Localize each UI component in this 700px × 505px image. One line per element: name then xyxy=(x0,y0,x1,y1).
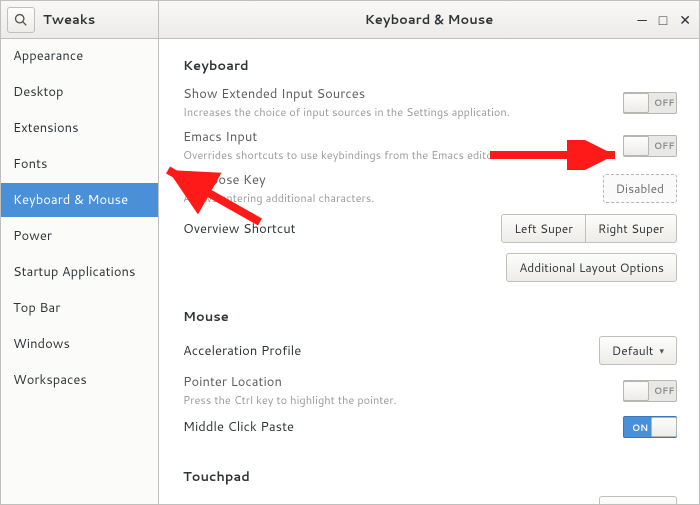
option-sub: Overrides shortcuts to use keybindings f… xyxy=(183,147,623,163)
row-additional-layout-options: Additional Layout Options xyxy=(183,253,677,282)
minimize-button[interactable]: — xyxy=(637,13,646,27)
chevron-down-icon: ▾ xyxy=(659,344,664,357)
row-compose-key: Compose Key Allows entering additional c… xyxy=(183,167,677,210)
sidebar-item-label: Startup Applications xyxy=(13,263,135,281)
switch-emacs-input[interactable]: OFF xyxy=(623,135,677,157)
additional-layout-options-button[interactable]: Additional Layout Options xyxy=(506,253,677,282)
sidebar: Appearance Desktop Extensions Fonts Keyb… xyxy=(1,39,159,504)
acceleration-profile-dropdown[interactable]: Default ▾ xyxy=(599,336,677,365)
row-middle-click-paste: Middle Click Paste ON xyxy=(183,412,677,442)
sidebar-item-label: Appearance xyxy=(13,47,83,65)
section-title-touchpad: Touchpad xyxy=(183,468,677,486)
switch-show-extended-input-sources[interactable]: OFF xyxy=(623,92,677,114)
click-method-dropdown[interactable]: Default ▾ xyxy=(599,496,677,504)
option-label: Show Extended Input Sources xyxy=(183,85,623,103)
content: Keyboard Show Extended Input Sources Inc… xyxy=(159,39,699,504)
sidebar-item-windows[interactable]: Windows xyxy=(1,327,158,361)
row-click-method: Click Method Default ▾ xyxy=(183,492,677,504)
section-keyboard: Keyboard Show Extended Input Sources Inc… xyxy=(183,57,677,282)
button-label: Left Super xyxy=(514,220,573,237)
switch-knob xyxy=(623,381,649,401)
button-label: Default xyxy=(612,342,654,359)
window-controls: — □ ✕ xyxy=(637,1,691,38)
button-label: Right Super xyxy=(598,220,664,237)
switch-knob xyxy=(651,417,677,437)
row-pointer-location: Pointer Location Press the Ctrl key to h… xyxy=(183,369,677,412)
button-label: Default xyxy=(612,502,654,504)
titlebar-left: Tweaks xyxy=(1,1,159,38)
section-mouse: Mouse Acceleration Profile Default ▾ P xyxy=(183,308,677,442)
switch-label: OFF xyxy=(654,96,675,109)
sidebar-item-top-bar[interactable]: Top Bar xyxy=(1,291,158,325)
switch-pointer-location[interactable]: OFF xyxy=(623,380,677,402)
overview-left-super-button[interactable]: Left Super xyxy=(501,214,586,243)
option-label: Click Method xyxy=(183,502,599,505)
overview-right-super-button[interactable]: Right Super xyxy=(585,214,677,243)
button-label: Disabled xyxy=(616,180,664,197)
option-label: Middle Click Paste xyxy=(183,418,623,436)
switch-label: OFF xyxy=(654,139,675,152)
button-label: Additional Layout Options xyxy=(519,259,664,276)
titlebar: Tweaks Keyboard & Mouse — □ ✕ xyxy=(1,1,699,39)
window: Tweaks Keyboard & Mouse — □ ✕ Appearance… xyxy=(0,0,700,505)
sidebar-item-desktop[interactable]: Desktop xyxy=(1,75,158,109)
switch-knob xyxy=(623,136,649,156)
row-acceleration-profile: Acceleration Profile Default ▾ xyxy=(183,332,677,369)
sidebar-item-fonts[interactable]: Fonts xyxy=(1,147,158,181)
sidebar-item-label: Desktop xyxy=(13,83,64,101)
option-label: Compose Key xyxy=(183,171,603,189)
switch-middle-click-paste[interactable]: ON xyxy=(623,416,677,438)
row-emacs-input: Emacs Input Overrides shortcuts to use k… xyxy=(183,124,677,167)
switch-knob xyxy=(623,93,649,113)
titlebar-right: Keyboard & Mouse — □ ✕ xyxy=(159,1,699,38)
sidebar-item-extensions[interactable]: Extensions xyxy=(1,111,158,145)
sidebar-item-label: Extensions xyxy=(13,119,79,137)
row-overview-shortcut: Overview Shortcut Left Super Right Super xyxy=(183,210,677,247)
sidebar-item-label: Top Bar xyxy=(13,299,60,317)
sidebar-item-label: Windows xyxy=(13,335,70,353)
app-name: Tweaks xyxy=(43,11,95,29)
section-title-mouse: Mouse xyxy=(183,308,677,326)
sidebar-item-label: Power xyxy=(13,227,52,245)
search-button[interactable] xyxy=(7,7,35,33)
sidebar-item-label: Fonts xyxy=(13,155,47,173)
sidebar-item-appearance[interactable]: Appearance xyxy=(1,39,158,73)
section-title-keyboard: Keyboard xyxy=(183,57,677,75)
row-show-extended-input-sources: Show Extended Input Sources Increases th… xyxy=(183,81,677,124)
maximize-button[interactable]: □ xyxy=(659,13,667,27)
sidebar-item-label: Keyboard & Mouse xyxy=(13,191,128,209)
body: Appearance Desktop Extensions Fonts Keyb… xyxy=(1,39,699,504)
close-button[interactable]: ✕ xyxy=(679,13,691,27)
section-touchpad: Touchpad Click Method Default ▾ Disabl xyxy=(183,468,677,504)
sidebar-item-label: Workspaces xyxy=(13,371,87,389)
option-label: Emacs Input xyxy=(183,128,623,146)
page-title: Keyboard & Mouse xyxy=(365,11,494,29)
compose-key-button[interactable]: Disabled xyxy=(603,174,677,203)
option-sub: Allows entering additional characters. xyxy=(183,190,603,206)
option-label: Pointer Location xyxy=(183,373,623,391)
sidebar-item-keyboard-mouse[interactable]: Keyboard & Mouse xyxy=(1,183,158,217)
option-label: Acceleration Profile xyxy=(183,342,599,360)
option-label: Overview Shortcut xyxy=(183,220,501,238)
search-icon xyxy=(14,13,28,27)
option-sub: Press the Ctrl key to highlight the poin… xyxy=(183,392,623,408)
sidebar-item-startup-applications[interactable]: Startup Applications xyxy=(1,255,158,289)
overview-shortcut-group: Left Super Right Super xyxy=(501,214,677,243)
sidebar-item-workspaces[interactable]: Workspaces xyxy=(1,363,158,397)
option-sub: Increases the choice of input sources in… xyxy=(183,104,623,120)
sidebar-item-power[interactable]: Power xyxy=(1,219,158,253)
switch-label: ON xyxy=(632,421,648,434)
switch-label: OFF xyxy=(654,384,675,397)
